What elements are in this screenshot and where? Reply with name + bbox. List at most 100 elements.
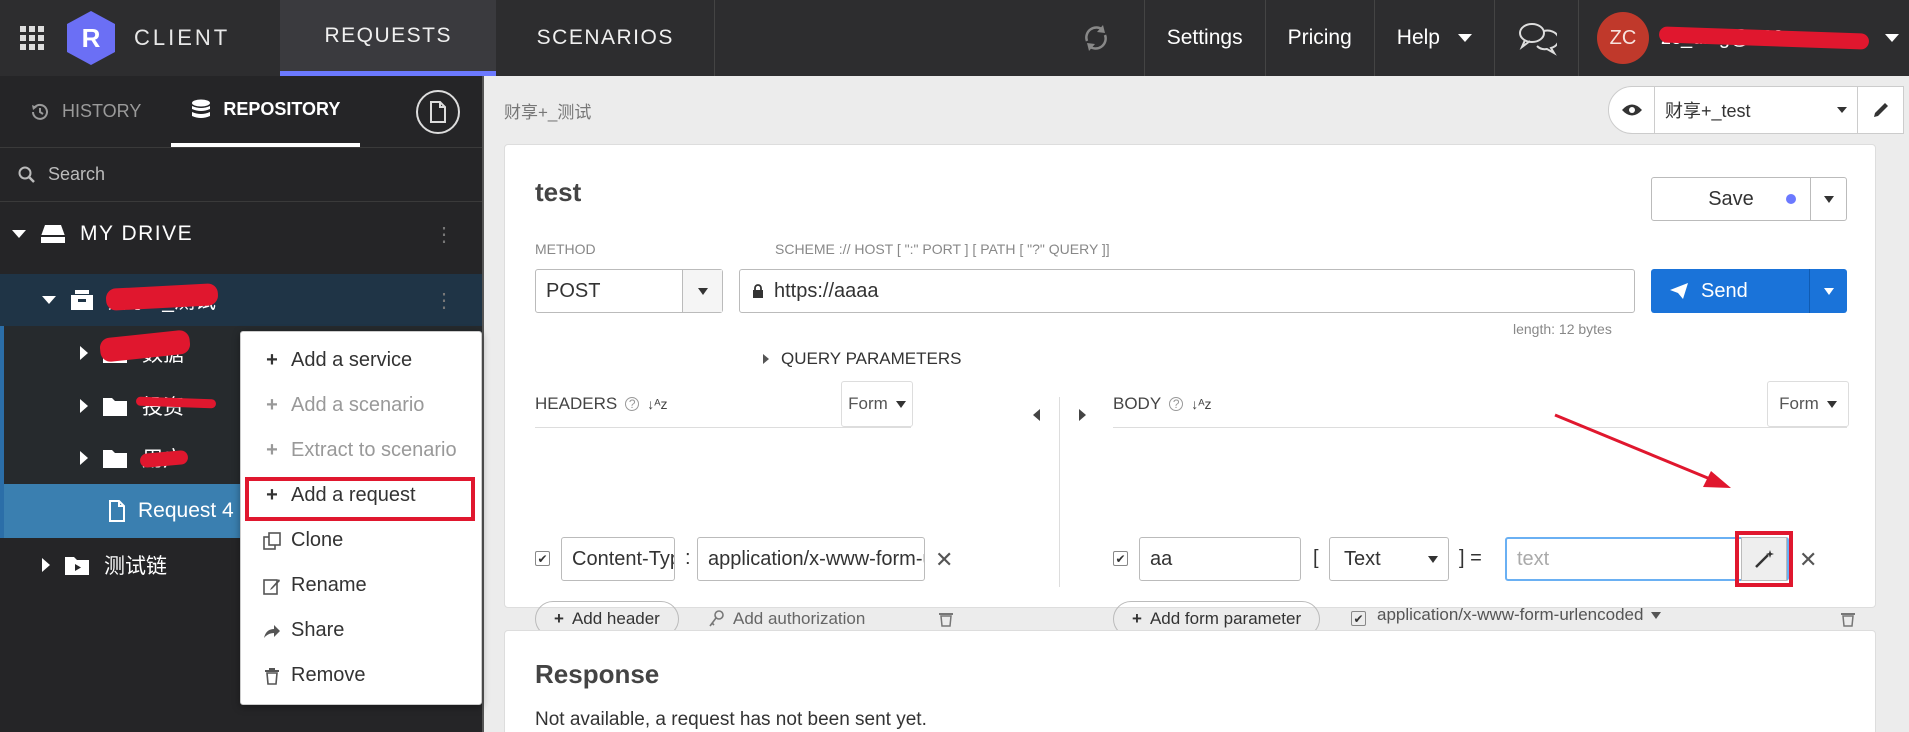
app-name: CLIENT <box>134 25 231 50</box>
pricing-link[interactable]: Pricing <box>1266 0 1375 76</box>
content-type-select[interactable]: application/x-www-form-urlencoded <box>1377 605 1662 625</box>
sync-icon[interactable] <box>1049 0 1145 76</box>
param-enabled-checkbox[interactable]: ✔ <box>1113 551 1128 566</box>
body-mode-select[interactable]: Form <box>1767 381 1849 427</box>
help-icon[interactable]: ? <box>625 397 640 411</box>
chevron-down-icon[interactable] <box>1809 269 1847 313</box>
collapse-left-icon[interactable] <box>1033 409 1040 421</box>
body-section-title: BODY ? ↓ᴬᴢ <box>1113 381 1212 427</box>
sort-az-icon[interactable]: ↓ᴬᴢ <box>647 396 667 412</box>
app-logo[interactable]: R CLIENT <box>64 0 280 76</box>
service-icon <box>71 290 93 310</box>
header-name-input[interactable]: Content-Type <box>561 537 675 581</box>
divider <box>535 427 911 428</box>
chevron-down-icon <box>895 400 906 408</box>
chevron-down-icon[interactable] <box>1810 178 1846 220</box>
menu-item-label: Add a service <box>291 349 413 371</box>
apps-grid-icon[interactable] <box>0 0 64 76</box>
avatar: ZC <box>1597 12 1649 64</box>
search-input[interactable]: Search <box>48 164 105 185</box>
chevron-down-icon <box>42 296 56 304</box>
menu-extract-scenario[interactable]: + Extract to scenario <box>241 428 481 473</box>
trash-icon[interactable] <box>1841 611 1855 627</box>
paper-plane-icon <box>1670 283 1688 299</box>
menu-add-service[interactable]: + Add a service <box>241 338 481 383</box>
user-menu[interactable]: ZC zc_ding@163.com <box>1579 0 1909 76</box>
eye-icon[interactable] <box>1609 87 1655 133</box>
menu-item-label: Remove <box>291 664 366 686</box>
tab-requests[interactable]: REQUESTS <box>280 0 497 76</box>
pencil-icon[interactable] <box>1857 87 1903 133</box>
headers-mode-select[interactable]: Form <box>841 381 913 427</box>
header-enabled-checkbox[interactable]: ✔ <box>535 551 550 566</box>
param-name-input[interactable]: aa <box>1139 537 1301 581</box>
add-header-label: Add header <box>571 609 660 628</box>
folder-icon <box>103 450 127 468</box>
close-icon[interactable]: ✕ <box>935 547 953 573</box>
tab-history[interactable]: HISTORY <box>0 76 171 147</box>
sidebar-search[interactable]: Search <box>0 148 482 202</box>
logo-hexagon-icon: R <box>67 11 115 65</box>
method-select[interactable]: POST <box>535 269 723 313</box>
param-type-value: Text <box>1344 547 1381 570</box>
menu-clone[interactable]: Clone <box>241 518 481 563</box>
trash-icon <box>265 667 279 685</box>
menu-rename[interactable]: Rename <box>241 563 481 608</box>
add-authorization-link[interactable]: Add authorization <box>709 609 865 629</box>
save-button[interactable]: Save <box>1651 177 1847 221</box>
help-menu[interactable]: Help <box>1375 0 1495 76</box>
url-input[interactable]: https://aaaa <box>739 269 1635 313</box>
menu-add-scenario[interactable]: + Add a scenario <box>241 383 481 428</box>
send-button[interactable]: Send <box>1651 269 1847 313</box>
response-title: Response <box>535 659 660 689</box>
chevron-right-icon <box>80 346 88 360</box>
tree-drive[interactable]: MY DRIVE ⋮ <box>0 206 482 262</box>
new-document-button[interactable] <box>416 89 460 134</box>
close-icon[interactable]: ✕ <box>1799 547 1817 573</box>
tab-repository[interactable]: REPOSITORY <box>171 76 361 147</box>
trash-icon[interactable] <box>939 611 953 627</box>
drive-label: MY DRIVE <box>80 222 194 245</box>
lock-icon <box>753 284 763 298</box>
request-icon <box>109 500 125 522</box>
folder-icon <box>103 398 127 416</box>
method-value: POST <box>546 279 601 302</box>
plus-icon: + <box>1132 609 1142 628</box>
chat-icon[interactable] <box>1495 0 1579 76</box>
unsaved-dot <box>1786 194 1796 204</box>
tree-item-service[interactable]: 财享+_测试 ⋮ <box>0 274 482 326</box>
help-icon[interactable]: ? <box>1169 397 1184 411</box>
collapse-right-icon[interactable] <box>1079 409 1086 421</box>
content-type-value: application/x-www-form-urlencoded <box>1377 605 1644 624</box>
content-type-checkbox[interactable]: ✔ <box>1351 611 1366 626</box>
menu-share[interactable]: Share <box>241 608 481 653</box>
header-value-input[interactable]: application/x-www-form-urlencoded <box>697 537 925 581</box>
sort-az-icon[interactable]: ↓ᴬᴢ <box>1191 396 1211 412</box>
menu-remove[interactable]: Remove <box>241 653 481 698</box>
more-options-icon[interactable]: ⋮ <box>434 288 454 313</box>
param-type-select[interactable]: Text <box>1329 537 1449 581</box>
body-mode-label: Form <box>1779 394 1819 413</box>
param-value-placeholder: text <box>1517 547 1550 570</box>
response-card: Response Not available, a request has no… <box>504 630 1876 732</box>
query-parameters-label: QUERY PARAMETERS <box>781 349 962 368</box>
environment-selector[interactable]: 财享+_test <box>1608 86 1904 134</box>
chevron-right-icon <box>42 558 50 572</box>
chevron-right-icon <box>80 451 88 465</box>
environment-name: 财享+_test <box>1665 101 1751 121</box>
menu-item-label: Share <box>291 619 345 641</box>
document-icon <box>430 100 446 123</box>
request-title[interactable]: test <box>535 177 581 208</box>
response-message: Not available, a request has not been se… <box>535 709 927 730</box>
chevron-right-icon <box>80 399 88 413</box>
length-info: length: 12 bytes <box>1513 321 1612 337</box>
settings-link[interactable]: Settings <box>1145 0 1266 76</box>
menu-item-label: Extract to scenario <box>291 439 457 461</box>
menu-add-request[interactable]: + Add a request <box>241 473 481 521</box>
more-options-icon[interactable]: ⋮ <box>434 222 454 247</box>
separator-colon: : <box>685 547 691 569</box>
edit-icon <box>263 578 280 595</box>
query-parameters-toggle[interactable]: QUERY PARAMETERS <box>763 349 961 369</box>
tab-scenarios[interactable]: SCENARIOS <box>496 0 716 76</box>
key-icon <box>709 610 724 627</box>
